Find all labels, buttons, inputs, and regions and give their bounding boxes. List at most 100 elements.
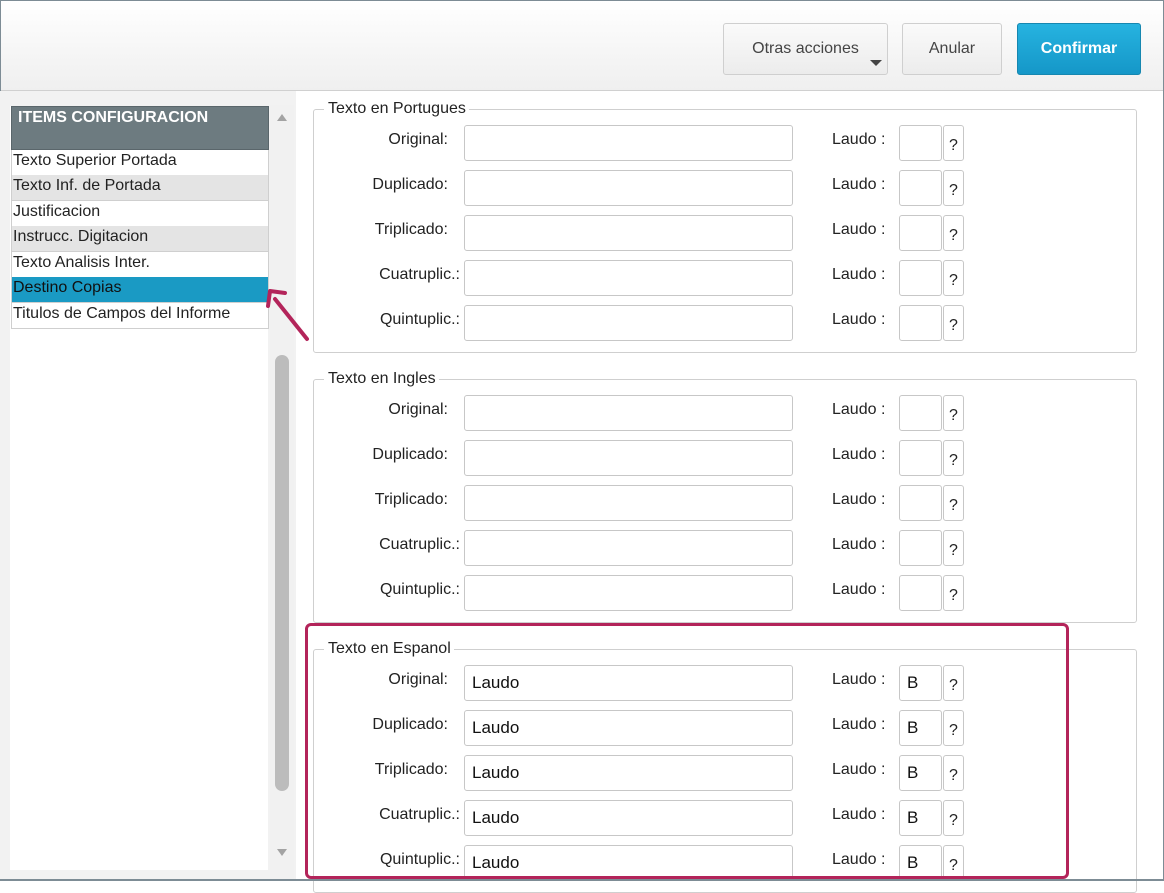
action-toolbar: Otras acciones Anular Confirmar: [1, 1, 1163, 91]
laudo-code-input[interactable]: [899, 485, 942, 521]
laudo-label: Laudo :: [832, 536, 886, 553]
help-lookup-button[interactable]: ?: [943, 710, 964, 746]
help-lookup-button[interactable]: ?: [943, 170, 964, 206]
section-title: Texto en Espanol: [324, 639, 454, 659]
section-fieldset: Texto en Portugues Original: Laudo :? Dupli…: [313, 99, 1137, 353]
chevron-down-icon: [870, 60, 882, 66]
laudo-label: Laudo :: [832, 671, 886, 688]
laudo-code-input[interactable]: [899, 215, 942, 251]
row-label: Cuatruplic.:: [379, 536, 460, 553]
config-items-list: ITEMS CONFIGURACION Texto Superior Porta…: [10, 106, 269, 870]
copy-text-input[interactable]: [464, 575, 793, 611]
help-lookup-button[interactable]: ?: [943, 845, 964, 881]
confirm-button[interactable]: Confirmar: [1017, 23, 1141, 75]
row-label: Original:: [388, 131, 448, 148]
sidebar-item[interactable]: Instrucc. Digitacion: [11, 226, 269, 252]
laudo-code-input[interactable]: [899, 575, 942, 611]
laudo-label: Laudo :: [832, 176, 886, 193]
scroll-up-icon[interactable]: [277, 114, 287, 121]
laudo-code-input[interactable]: B: [899, 665, 942, 701]
laudo-label: Laudo :: [832, 581, 886, 598]
list-header: ITEMS CONFIGURACION: [11, 106, 269, 150]
laudo-label: Laudo :: [832, 491, 886, 508]
copy-text-input[interactable]: Laudo: [464, 845, 793, 881]
help-lookup-button[interactable]: ?: [943, 260, 964, 296]
help-lookup-button[interactable]: ?: [943, 530, 964, 566]
sidebar-item[interactable]: Titulos de Campos del Informe: [11, 303, 269, 329]
help-lookup-button[interactable]: ?: [943, 665, 964, 701]
more-actions-label: Otras acciones: [752, 40, 859, 57]
copy-text-input[interactable]: Laudo: [464, 710, 793, 746]
help-lookup-button[interactable]: ?: [943, 395, 964, 431]
help-lookup-button[interactable]: ?: [943, 755, 964, 791]
laudo-label: Laudo :: [832, 131, 886, 148]
row-label: Cuatruplic.:: [379, 266, 460, 283]
scroll-down-icon[interactable]: [277, 849, 287, 856]
laudo-code-input[interactable]: [899, 260, 942, 296]
copy-text-input[interactable]: Laudo: [464, 800, 793, 836]
section-title: Texto en Portugues: [324, 99, 469, 119]
help-lookup-button[interactable]: ?: [943, 305, 964, 341]
copy-text-input[interactable]: Laudo: [464, 755, 793, 791]
laudo-label: Laudo :: [832, 851, 886, 868]
sidebar-item[interactable]: Destino Copias: [11, 277, 269, 303]
laudo-label: Laudo :: [832, 401, 886, 418]
section-title: Texto en Ingles: [324, 369, 439, 389]
list-scrollbar[interactable]: [270, 105, 294, 879]
copy-text-input[interactable]: [464, 440, 793, 476]
copy-text-input[interactable]: [464, 125, 793, 161]
row-label: Duplicado:: [372, 176, 448, 193]
more-actions-button[interactable]: Otras acciones: [723, 23, 888, 75]
copy-text-input[interactable]: [464, 170, 793, 206]
laudo-label: Laudo :: [832, 806, 886, 823]
section-fieldset: Texto en Espanol Original: Laudo Laudo : B? D…: [313, 639, 1137, 893]
row-label: Duplicado:: [372, 716, 448, 733]
help-lookup-button[interactable]: ?: [943, 215, 964, 251]
annotation-arrow-icon: [266, 289, 309, 341]
laudo-label: Laudo :: [832, 716, 886, 733]
help-lookup-button[interactable]: ?: [943, 125, 964, 161]
laudo-label: Laudo :: [832, 311, 886, 328]
section-fieldset: Texto en Ingles Original: Laudo :? Duplicad…: [313, 369, 1137, 623]
row-label: Duplicado:: [372, 446, 448, 463]
copy-text-input[interactable]: [464, 260, 793, 296]
config-items-panel: ITEMS CONFIGURACION Texto Superior Porta…: [0, 91, 296, 879]
sidebar-item[interactable]: Texto Superior Portada: [11, 150, 269, 176]
sidebar-item[interactable]: Texto Inf. de Portada: [11, 175, 269, 201]
laudo-label: Laudo :: [832, 221, 886, 238]
copy-text-input[interactable]: [464, 395, 793, 431]
copy-text-input[interactable]: [464, 305, 793, 341]
help-lookup-button[interactable]: ?: [943, 800, 964, 836]
sidebar-item[interactable]: Justificacion: [11, 201, 269, 227]
row-label: Quintuplic.:: [379, 581, 460, 598]
help-lookup-button[interactable]: ?: [943, 485, 964, 521]
laudo-code-input[interactable]: [899, 125, 942, 161]
laudo-label: Laudo :: [832, 266, 886, 283]
row-label: Quintuplic.:: [379, 311, 460, 328]
row-label: Original:: [388, 671, 448, 688]
row-label: Original:: [388, 401, 448, 418]
laudo-code-input[interactable]: [899, 170, 942, 206]
row-label: Triplicado:: [374, 491, 448, 508]
laudo-code-input[interactable]: [899, 305, 942, 341]
sidebar-item[interactable]: Texto Analisis Inter.: [11, 252, 269, 278]
scroll-thumb[interactable]: [275, 355, 289, 791]
help-lookup-button[interactable]: ?: [943, 440, 964, 476]
help-lookup-button[interactable]: ?: [943, 575, 964, 611]
laudo-code-input[interactable]: [899, 395, 942, 431]
row-label: Triplicado:: [374, 761, 448, 778]
cancel-button[interactable]: Anular: [902, 23, 1002, 75]
laudo-code-input[interactable]: B: [899, 800, 942, 836]
laudo-code-input[interactable]: B: [899, 845, 942, 881]
row-label: Quintuplic.:: [379, 851, 460, 868]
copy-text-input[interactable]: [464, 485, 793, 521]
laudo-code-input[interactable]: [899, 530, 942, 566]
laudo-code-input[interactable]: [899, 440, 942, 476]
row-label: Triplicado:: [374, 221, 448, 238]
copy-text-input[interactable]: Laudo: [464, 665, 793, 701]
copy-text-input[interactable]: [464, 215, 793, 251]
copy-text-input[interactable]: [464, 530, 793, 566]
laudo-label: Laudo :: [832, 446, 886, 463]
laudo-code-input[interactable]: B: [899, 710, 942, 746]
laudo-code-input[interactable]: B: [899, 755, 942, 791]
